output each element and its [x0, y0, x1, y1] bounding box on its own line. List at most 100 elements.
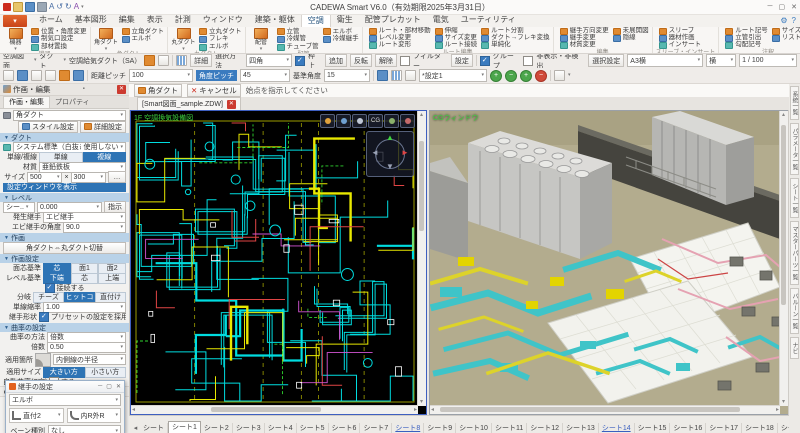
quick-access-caret-icon[interactable]: ▾ [81, 4, 84, 10]
sheet-tab[interactable]: シート1 [168, 421, 201, 433]
apply-target-combo[interactable]: 内側線の半径 ▾ [53, 354, 126, 365]
font-icon[interactable]: A [49, 3, 54, 11]
sheet-scroll-left-icon[interactable]: ◂ [131, 423, 140, 433]
ribbon-item[interactable]: フレキ [199, 36, 242, 43]
pick-style-icon[interactable] [144, 55, 156, 66]
docked-panel-tab[interactable]: 系統一覧 [790, 86, 799, 120]
sheet-tab[interactable]: シート18 [742, 423, 778, 433]
preset-combo[interactable]: *設定1 ▾ [419, 69, 487, 82]
filter-checkbox[interactable] [400, 55, 411, 66]
ratio-combo[interactable]: 1.00 ▾ [43, 301, 126, 313]
toggle-option[interactable]: 小さい方 [84, 366, 126, 378]
sheet-tab[interactable]: シート11 [492, 423, 528, 433]
docked-panel-tab[interactable]: バルーン一覧 [790, 288, 799, 334]
ribbon-item[interactable]: リスト [771, 35, 800, 42]
sheet-tab[interactable]: シート10 [456, 423, 492, 433]
view2d-horizontal-scrollbar[interactable]: ◂ ▸ [131, 405, 418, 414]
open-file-icon[interactable] [13, 2, 23, 12]
elbow-style-1-combo[interactable]: 直付2 ▾ [9, 408, 64, 423]
detail-button[interactable]: 詳細 [190, 54, 213, 67]
cg-3d-view[interactable]: CGウィンドウ ▴ ▾ ◂ ▸ [429, 110, 789, 415]
maximize-button[interactable]: ▢ [779, 3, 786, 11]
pan-button[interactable] [320, 114, 335, 128]
settings-gear-icon[interactable]: ⚙ [780, 16, 787, 25]
sheet-tab[interactable]: シート19 [778, 423, 789, 433]
font-size-icon[interactable]: A [74, 3, 79, 11]
snap-tool-icon[interactable] [45, 70, 56, 81]
minimize-button[interactable]: ─ [768, 3, 773, 11]
line-tool-icon[interactable] [3, 70, 14, 81]
dialog-minimize-button[interactable]: ─ [98, 383, 102, 390]
grid-icon[interactable] [176, 55, 188, 66]
application-menu-button[interactable]: ▾ [3, 15, 27, 27]
ribbon-big-button[interactable]: 丸ダクト ▾ [171, 28, 196, 52]
ribbon-item[interactable]: インサート [658, 42, 701, 49]
ribbon-item[interactable]: ルート変形 [368, 42, 431, 49]
size-width-combo[interactable]: 500 ▾ [27, 171, 63, 183]
level-ref-combo[interactable]: シー.. ▾ [3, 201, 35, 213]
ribbon-item[interactable]: エルボ [121, 36, 165, 43]
zoom-extents-button[interactable] [352, 114, 367, 128]
duct-system[interactable]: 空調給気ダクト（SA） [69, 56, 141, 66]
preset-checkbox[interactable] [39, 312, 49, 322]
zoom-fit-button[interactable]: + [520, 69, 532, 82]
view2d-vertical-scrollbar[interactable]: ▴ ▾ [417, 111, 426, 406]
ribbon-item[interactable]: 材質変更 [559, 42, 609, 49]
sheet-tab[interactable]: シート17 [706, 423, 743, 433]
sheet-tab[interactable]: シート5 [297, 423, 329, 433]
view3d-horizontal-scrollbar[interactable]: ◂ ▸ [430, 405, 780, 414]
nav-down-arrow-icon[interactable]: ▼ [386, 163, 394, 171]
sheet-tab[interactable]: シート8 [392, 423, 425, 433]
tool-select-combo[interactable]: 角ダクト ▾ [13, 109, 126, 121]
view3d-vertical-scrollbar[interactable]: ▴ ▾ [779, 111, 788, 406]
cg-view-button[interactable]: CG [368, 114, 383, 128]
docked-panel-tab[interactable]: ナビ [790, 337, 799, 359]
release-button[interactable]: 解除 [375, 54, 398, 67]
show-settings-window-button[interactable]: 設定ウィンドウを表示 [3, 183, 126, 192]
ribbon-item[interactable]: エルボ [199, 43, 242, 51]
panel-close-icon[interactable]: ✕ [116, 84, 126, 94]
sheet-tab[interactable]: シート [140, 423, 168, 433]
filter-config-button[interactable]: 設定 [450, 54, 473, 67]
selection-method-combo[interactable]: 四角 ▾ [246, 54, 293, 67]
angle-pitch-combo[interactable]: 45 ▾ [240, 69, 290, 82]
zoom-out-button[interactable]: − [505, 69, 517, 82]
sheet-tab[interactable]: シート9 [424, 423, 457, 433]
ribbon-big-button[interactable]: 機器 ▾ [3, 28, 28, 52]
ribbon-item[interactable]: 部材置換 [31, 43, 87, 51]
navigation-pad[interactable]: ▲ ► ◄ ▼ [366, 131, 414, 177]
size-height-combo[interactable]: 300 ▾ [70, 171, 106, 183]
style-settings-button[interactable]: スタイル設定 [18, 120, 78, 133]
list-view-icon[interactable] [554, 70, 565, 81]
pen-settings-icon[interactable] [377, 70, 388, 81]
elbow-style-2-combo[interactable]: 内R外R ▾ [66, 408, 121, 423]
sheet-tab[interactable]: シート7 [360, 423, 393, 433]
pitch-combo[interactable]: 100 ▾ [129, 69, 193, 82]
redo-icon[interactable]: ↻ [65, 3, 72, 11]
ribbon-tab[interactable]: 空調 [300, 13, 331, 27]
arc-tool-icon[interactable] [31, 70, 42, 81]
layout-button[interactable] [384, 114, 399, 128]
dialog-close-button[interactable]: ✕ [116, 383, 121, 390]
vane-combo[interactable]: なし ▾ [48, 425, 121, 433]
sheet-tab[interactable]: シート4 [265, 423, 297, 433]
toggle-option[interactable]: 上端 [98, 272, 127, 284]
ribbon-item[interactable]: 冷媒継手 [322, 36, 359, 43]
sheet-tab[interactable]: シート3 [233, 423, 265, 433]
ribbon-item[interactable]: 勾配記号 [725, 42, 768, 49]
size-more-button[interactable]: … [108, 171, 126, 183]
docked-panel-tab[interactable]: マスターパーツ一覧 [790, 221, 799, 285]
ribbon-item[interactable]: 制気口設定 [31, 36, 87, 43]
ribbon-item[interactable]: チューブ管 [276, 43, 319, 51]
layer-grid-icon[interactable] [391, 70, 402, 81]
undo-icon[interactable]: ↺ [56, 3, 63, 11]
detail-settings-button[interactable]: 詳細設定 [80, 120, 126, 133]
group-checkbox[interactable] [479, 55, 490, 66]
drawing-2d-view[interactable]: 1F 空調換気設備図 CG ▲ ► ◄ ▼ ▴ ▾ ◂ ▸ [130, 110, 427, 415]
zoom-window-button[interactable] [336, 114, 351, 128]
invert-button[interactable]: 反転 [350, 54, 373, 67]
orientation-combo[interactable]: 横 ▾ [706, 54, 737, 67]
sheet-tab[interactable]: シート12 [527, 423, 564, 433]
document-tab[interactable]: [Smart図面_sample.ZDW] ✕ [137, 97, 241, 110]
sheet-tab[interactable]: シート2 [201, 423, 233, 433]
